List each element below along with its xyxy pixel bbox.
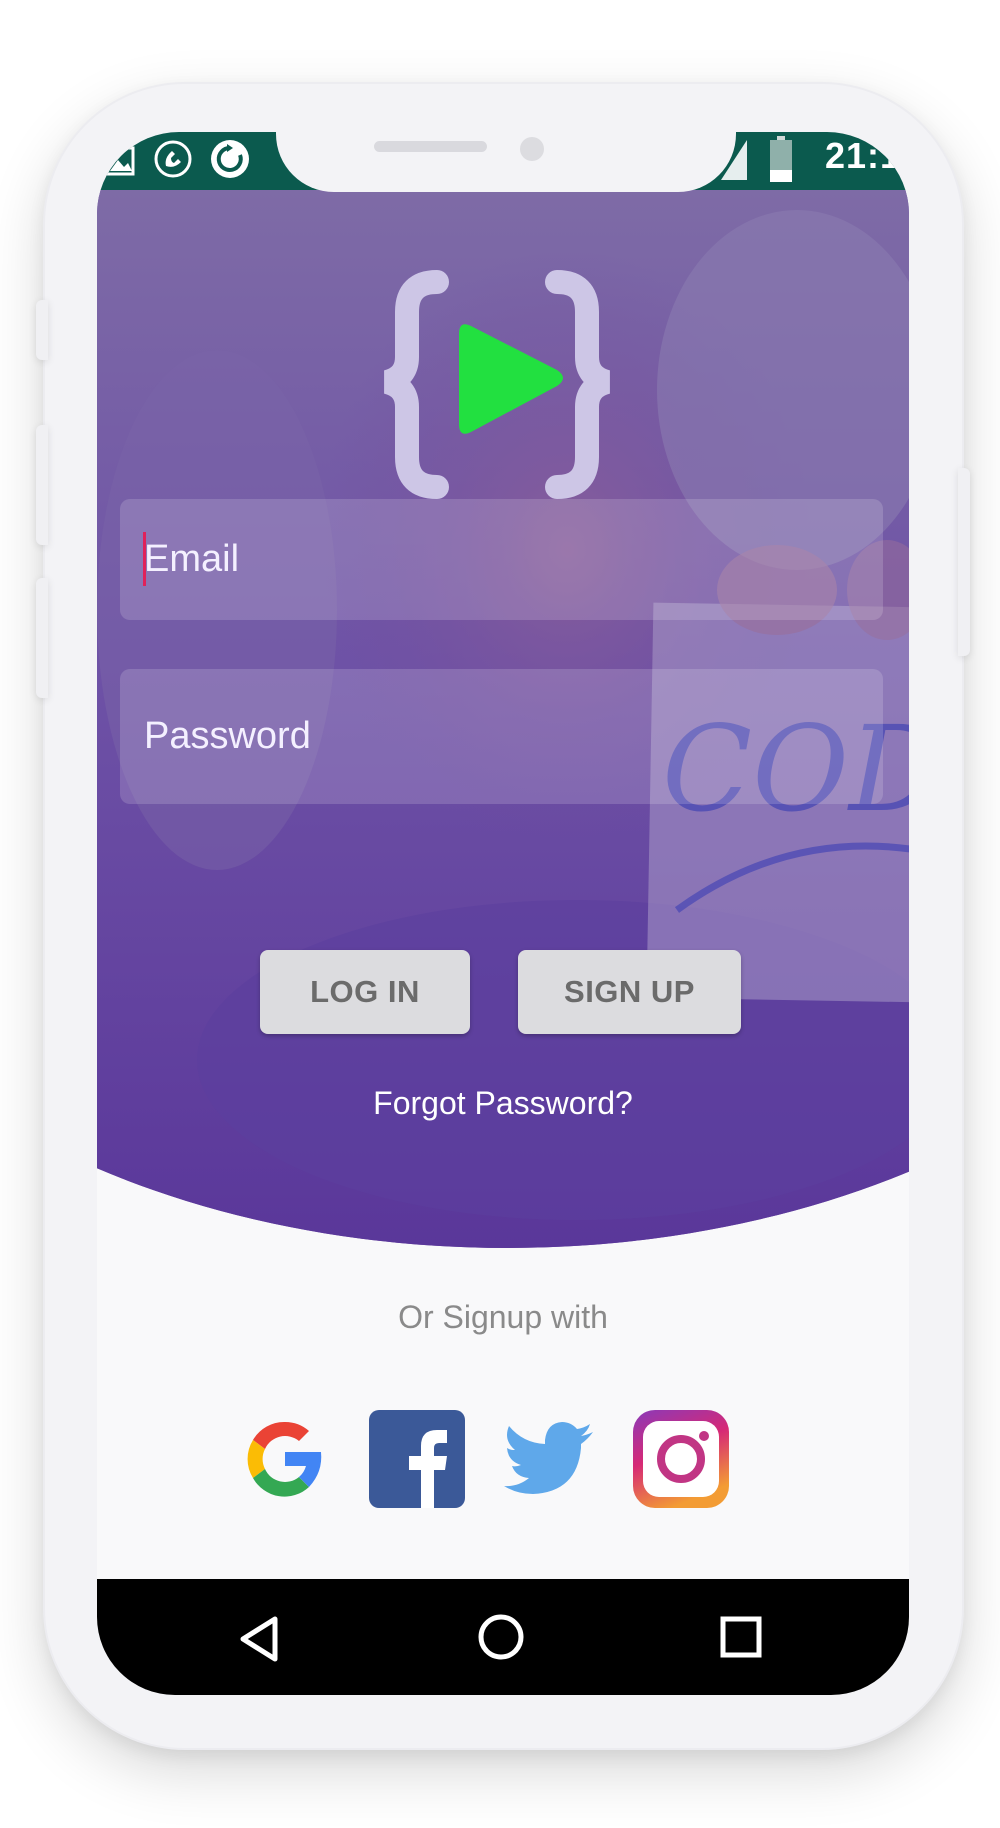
- forgot-password-link[interactable]: Forgot Password?: [97, 1085, 909, 1122]
- text-cursor: [143, 532, 146, 586]
- battery-icon: [770, 136, 792, 182]
- front-camera: [520, 137, 544, 161]
- android-nav-bar: [97, 1579, 909, 1695]
- recents-icon[interactable]: [719, 1615, 763, 1659]
- back-icon[interactable]: [237, 1615, 281, 1663]
- password-field[interactable]: [120, 669, 883, 804]
- home-icon[interactable]: [477, 1613, 525, 1661]
- signup-button[interactable]: SIGN UP: [518, 950, 741, 1034]
- phone-side-button: [36, 300, 48, 360]
- phone-power-button: [958, 468, 970, 656]
- sync-icon: [211, 140, 249, 178]
- instagram-icon[interactable]: [633, 1410, 729, 1508]
- login-button[interactable]: LOG IN: [260, 950, 470, 1034]
- google-icon[interactable]: [237, 1410, 333, 1508]
- phone-volume-down-button: [36, 578, 48, 698]
- phone-call-icon: [154, 140, 192, 178]
- twitter-icon[interactable]: [501, 1410, 597, 1508]
- status-time: 21:1: [825, 135, 902, 176]
- email-input[interactable]: [120, 499, 883, 620]
- phone-notch: [276, 92, 736, 192]
- phone-speaker: [374, 141, 487, 152]
- email-field[interactable]: [120, 499, 883, 620]
- image-icon: [105, 146, 135, 176]
- code-play-logo: [383, 270, 611, 499]
- social-signup-prompt: Or Signup with: [398, 1299, 608, 1335]
- phone-volume-up-button: [36, 425, 48, 545]
- password-input[interactable]: [120, 669, 883, 804]
- app-screen: CODE 21:1: [97, 132, 909, 1695]
- facebook-icon[interactable]: [369, 1410, 465, 1508]
